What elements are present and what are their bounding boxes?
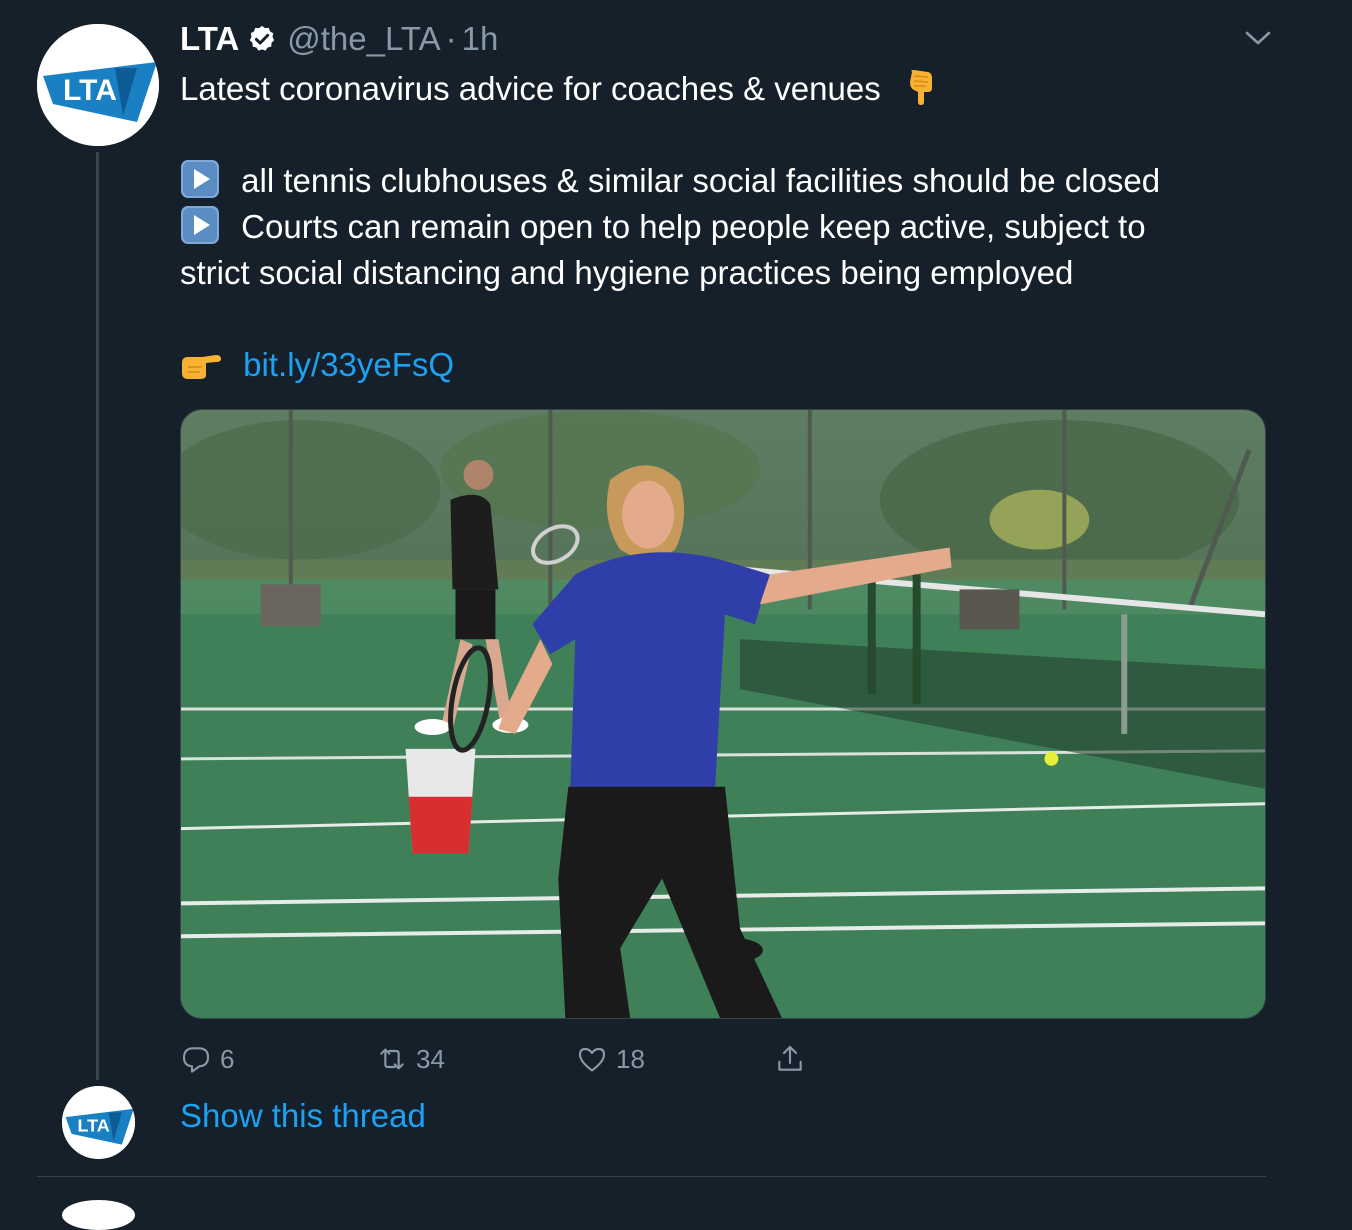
tweet-line-1-text: Latest coronavirus advice for coaches & … [180, 70, 881, 107]
tweet-line-3-text: Courts can remain open to help people ke… [241, 208, 1146, 245]
tweet-timestamp[interactable]: 1h [462, 20, 499, 58]
pointing-right-emoji-icon [182, 355, 221, 379]
author-name[interactable]: LTA [180, 20, 239, 58]
tweet-photo[interactable] [180, 409, 1266, 1019]
thread-author-avatar[interactable]: LTA [62, 1086, 135, 1159]
tweet-line-4-text: strict social distancing and hygiene pra… [180, 254, 1074, 291]
share-button[interactable] [774, 1040, 814, 1078]
separator-dot: · [445, 20, 457, 57]
reply-count: 6 [220, 1043, 235, 1074]
next-tweet-avatar [62, 1200, 135, 1230]
tweet-actions: 6 34 18 [180, 1040, 880, 1078]
author-handle[interactable]: @the_LTA [287, 20, 440, 58]
heart-icon [578, 1047, 606, 1072]
pointing-down-emoji-icon [909, 70, 932, 105]
ball-bucket [405, 748, 476, 854]
tweet[interactable]: LTA LTA @the_LTA · 1h Latest coronavirus… [0, 0, 1352, 1230]
retweet-button[interactable]: 34 [376, 1040, 445, 1078]
logo-text: LTA [63, 74, 117, 107]
retweet-count: 34 [416, 1043, 445, 1074]
share-icon [778, 1045, 802, 1071]
tweet-link-line: bit.ly/33yeFsQ [180, 342, 1260, 388]
reply-icon [182, 1047, 210, 1073]
reply-button[interactable]: 6 [180, 1040, 234, 1078]
show-thread-link[interactable]: Show this thread [180, 1097, 426, 1135]
retweet-icon [380, 1048, 404, 1070]
thread-connector-line [96, 152, 99, 1080]
play-button-emoji-icon [181, 160, 219, 198]
tweet-link[interactable]: bit.ly/33yeFsQ [243, 346, 454, 383]
tweet-text: Latest coronavirus advice for coaches & … [180, 66, 1260, 388]
play-button-emoji-icon [181, 206, 219, 244]
tweet-line-3: Courts can remain open to help people ke… [180, 204, 1260, 250]
tweet-divider [37, 1176, 1266, 1177]
like-button[interactable]: 18 [576, 1040, 645, 1078]
lta-logo-icon: LTA [37, 24, 159, 146]
tweet-header: LTA @the_LTA · 1h [180, 16, 498, 62]
tweet-line-1: Latest coronavirus advice for coaches & … [180, 66, 1260, 112]
tweet-line-2-text: all tennis clubhouses & similar social f… [241, 162, 1161, 199]
author-avatar[interactable]: LTA [37, 24, 159, 146]
logo-text: LTA [78, 1115, 110, 1135]
tennis-coach-photo [181, 410, 1265, 1018]
tweet-line-4: strict social distancing and hygiene pra… [180, 250, 1260, 296]
lta-logo-icon: LTA [62, 1086, 135, 1159]
verified-badge-icon [250, 25, 275, 51]
chevron-down-icon[interactable] [1244, 28, 1272, 48]
like-count: 18 [616, 1043, 645, 1074]
tweet-line-2: all tennis clubhouses & similar social f… [180, 158, 1260, 204]
